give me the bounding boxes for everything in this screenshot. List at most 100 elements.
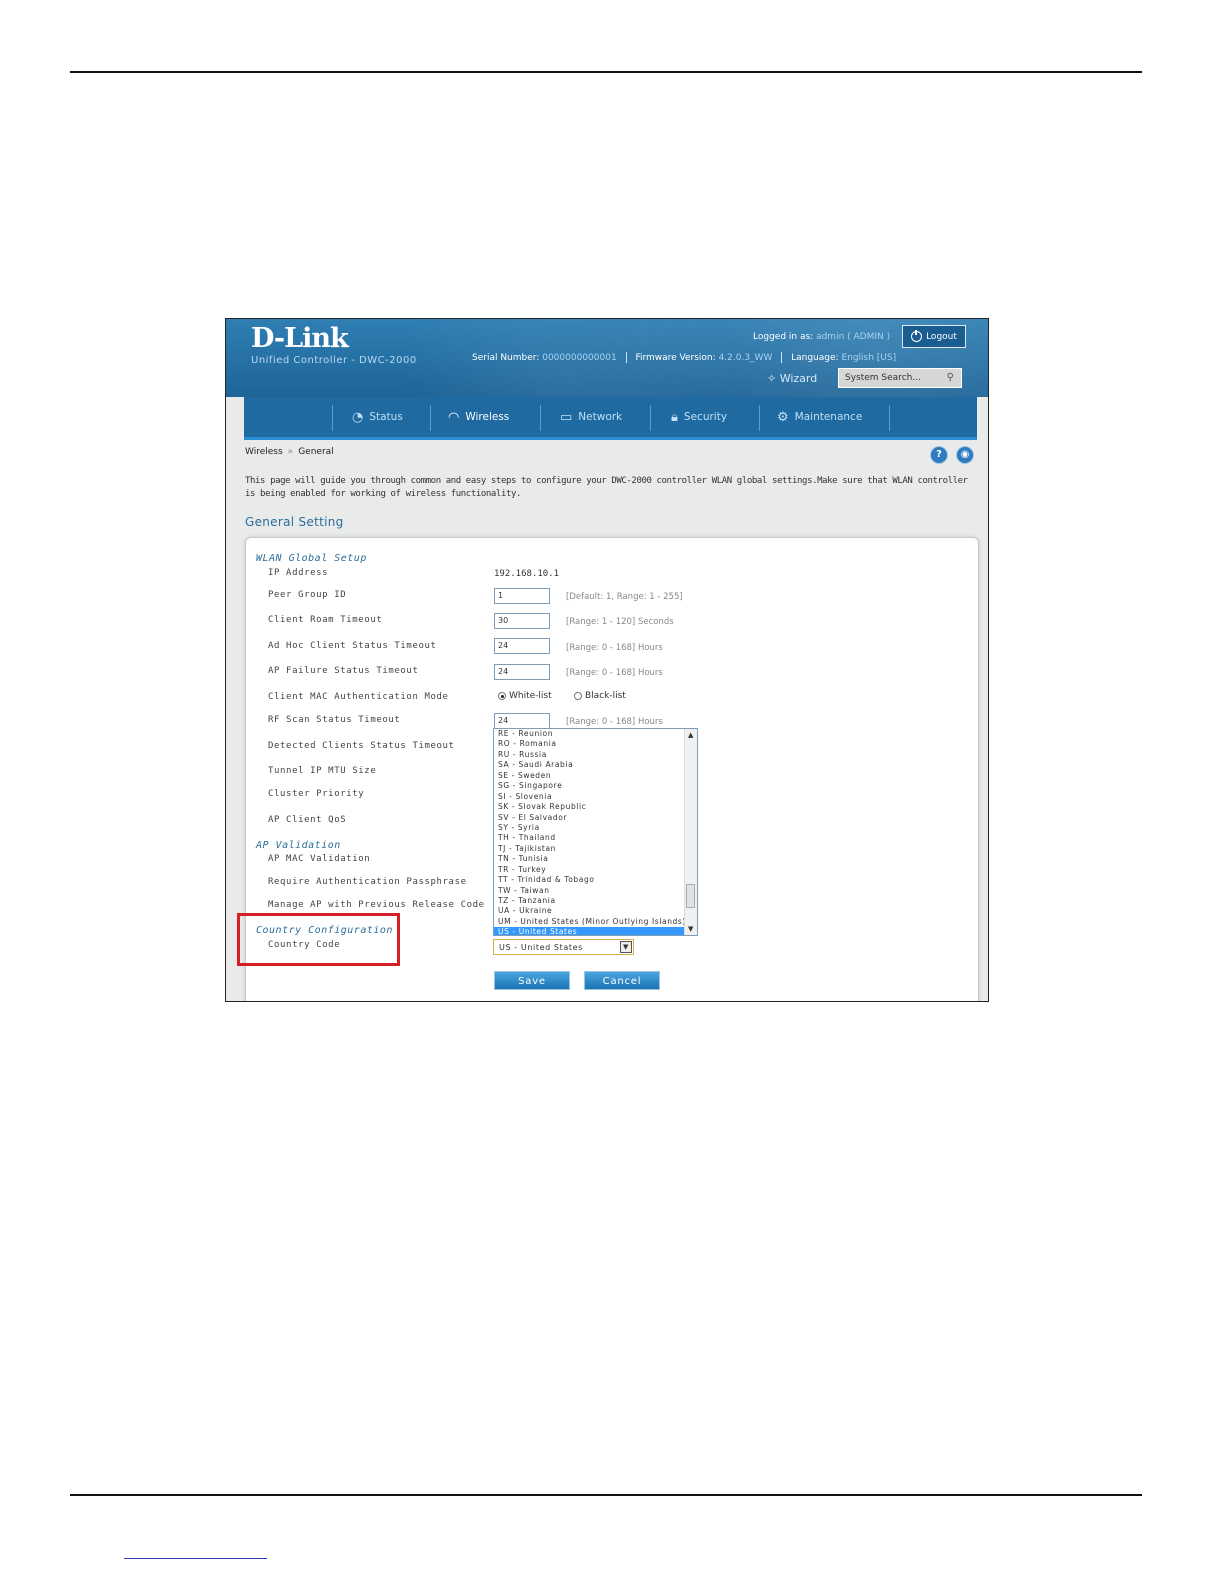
detected-clients-label: Detected Clients Status Timeout <box>268 741 455 751</box>
nav-tab-security[interactable]: 🔒︎ Security <box>671 397 727 437</box>
country-option[interactable]: US - United States <box>494 927 697 935</box>
gears-icon: ⚙ <box>777 409 789 425</box>
group-title-wlan: WLAN Global Setup <box>256 553 367 564</box>
wizard-label: Wizard <box>779 372 818 385</box>
roam-timeout-label: Client Roam Timeout <box>268 615 383 625</box>
save-button[interactable]: Save <box>494 971 570 990</box>
language-value[interactable]: English [US] <box>841 353 896 363</box>
manage-ap-label: Manage AP with Previous Release Code <box>268 900 485 910</box>
tunnel-mtu-label: Tunnel IP MTU Size <box>268 766 377 776</box>
breadcrumb: Wireless» General <box>245 447 334 457</box>
country-option[interactable]: TH - Thailand <box>494 833 697 843</box>
breadcrumb-general: General <box>298 447 334 457</box>
nav-tab-status[interactable]: ◔ Status <box>352 397 403 437</box>
country-option[interactable]: RO - Romania <box>494 739 697 749</box>
rf-scan-timeout-input[interactable]: 24 <box>494 713 550 729</box>
adhoc-timeout-hint: [Range: 0 - 168] Hours <box>566 643 663 653</box>
country-option[interactable]: UA - Ukraine <box>494 906 697 916</box>
gauge-icon: ◔ <box>352 409 364 425</box>
black-list-radio[interactable]: Black-list <box>574 691 626 701</box>
logout-button[interactable]: Logout <box>902 325 966 348</box>
peer-group-label: Peer Group ID <box>268 590 347 600</box>
nav-tab-network[interactable]: ▭ Network <box>560 397 622 437</box>
power-icon <box>911 330 923 342</box>
country-option[interactable]: RU - Russia <box>494 750 697 760</box>
monitor-icon: ▭ <box>560 409 573 425</box>
country-option[interactable]: SV - El Salvador <box>494 813 697 823</box>
scroll-up-icon[interactable]: ▲ <box>688 731 693 739</box>
peer-group-hint: [Default: 1, Range: 1 - 255] <box>566 592 683 602</box>
country-option[interactable]: TT - Trinidad & Tobago <box>494 875 697 885</box>
nav-tab-wireless[interactable]: ◠ Wireless <box>448 397 509 437</box>
chevron-down-icon[interactable]: ▼ <box>620 941 632 953</box>
rf-scan-timeout-label: RF Scan Status Timeout <box>268 715 401 725</box>
auth-passphrase-label: Require Authentication Passphrase <box>268 877 467 887</box>
scroll-thumb[interactable] <box>686 884 695 908</box>
roam-timeout-input[interactable]: 30 <box>494 613 550 629</box>
page-top-rule <box>70 71 1142 73</box>
lock-icon: 🔒︎ <box>671 409 678 425</box>
footer-link-underline[interactable] <box>124 1558 267 1559</box>
serial-value: 0000000000001 <box>542 353 617 363</box>
ap-failure-timeout-input[interactable]: 24 <box>494 664 550 680</box>
wifi-icon: ◠ <box>448 409 460 425</box>
info-icon[interactable]: ◉ <box>956 446 974 464</box>
cluster-priority-label: Cluster Priority <box>268 789 365 799</box>
adhoc-timeout-input[interactable]: 24 <box>494 638 550 654</box>
header-banner: D-Link Unified Controller - DWC-2000 Log… <box>226 319 988 397</box>
country-option[interactable]: SE - Sweden <box>494 771 697 781</box>
highlight-box <box>237 913 400 966</box>
adhoc-timeout-label: Ad Hoc Client Status Timeout <box>268 641 437 651</box>
country-option[interactable]: UM - United States (Minor Outlying Islan… <box>494 917 697 927</box>
roam-timeout-hint: [Range: 1 - 120] Seconds <box>566 617 674 627</box>
rf-scan-timeout-hint: [Range: 0 - 168] Hours <box>566 717 663 727</box>
country-dropdown-list[interactable]: RE - Reunion RO - Romania RU - Russia SA - … <box>493 728 698 936</box>
country-option[interactable]: TW - Taiwan <box>494 886 697 896</box>
ip-address-label: IP Address <box>268 568 329 578</box>
firmware-label: Firmware Version: <box>635 353 716 363</box>
peer-group-input[interactable]: 1 <box>494 588 550 604</box>
country-option[interactable]: SY - Syria <box>494 823 697 833</box>
main-nav: ◔ Status ◠ Wireless ▭ Network 🔒︎ Securit… <box>244 397 977 440</box>
ap-failure-timeout-hint: [Range: 0 - 168] Hours <box>566 668 663 678</box>
wand-icon: ✧ <box>767 372 777 385</box>
country-option[interactable]: TJ - Tajikistan <box>494 844 697 854</box>
country-option[interactable]: SA - Saudi Arabia <box>494 760 697 770</box>
screenshot-frame: D-Link Unified Controller - DWC-2000 Log… <box>225 318 989 1002</box>
logout-label: Logout <box>926 331 957 342</box>
country-option[interactable]: RE - Reunion <box>494 729 697 739</box>
dropdown-scrollbar[interactable]: ▲ ▼ <box>684 729 697 935</box>
country-option[interactable]: TZ - Tanzania <box>494 896 697 906</box>
country-option[interactable]: SK - Slovak Republic <box>494 802 697 812</box>
logged-in-label: Logged in as: <box>753 332 814 342</box>
country-code-select[interactable]: US - United States ▼ <box>493 939 634 955</box>
system-search-input[interactable]: System Search... ⚲ <box>838 368 962 388</box>
page-description: This page will guide you through common … <box>245 476 968 499</box>
page-bottom-rule <box>70 1494 1142 1496</box>
mac-auth-mode-label: Client MAC Authentication Mode <box>268 692 449 702</box>
cancel-button[interactable]: Cancel <box>584 971 660 990</box>
breadcrumb-wireless[interactable]: Wireless <box>245 447 283 457</box>
serial-label: Serial Number: <box>472 353 540 363</box>
country-option[interactable]: TR - Turkey <box>494 865 697 875</box>
country-option[interactable]: SI - Slovenia <box>494 792 697 802</box>
ap-client-qos-label: AP Client QoS <box>268 815 347 825</box>
language-label: Language: <box>791 353 839 363</box>
dlink-logo: D-Link <box>251 323 349 354</box>
login-info: Logged in as: admin ( ADMIN ) <box>753 332 890 342</box>
system-info-row: Serial Number: 0000000000001 Firmware Ve… <box>472 352 896 363</box>
section-title: General Setting <box>245 515 344 529</box>
country-option[interactable]: SG - Singapore <box>494 781 697 791</box>
nav-tab-maintenance[interactable]: ⚙ Maintenance <box>777 397 862 437</box>
help-icon[interactable]: ? <box>930 446 948 464</box>
country-option[interactable]: TN - Tunisia <box>494 854 697 864</box>
search-icon[interactable]: ⚲ <box>947 372 954 383</box>
ip-address-value: 192.168.10.1 <box>494 569 560 579</box>
ap-mac-validation-label: AP MAC Validation <box>268 854 371 864</box>
group-title-ap-validation: AP Validation <box>256 840 341 851</box>
white-list-radio[interactable]: White-list <box>498 691 552 701</box>
ap-failure-timeout-label: AP Failure Status Timeout <box>268 666 419 676</box>
scroll-down-icon[interactable]: ▼ <box>688 925 693 933</box>
firmware-value: 4.2.0.3_WW <box>718 353 773 363</box>
wizard-link[interactable]: ✧ Wizard <box>767 372 817 385</box>
